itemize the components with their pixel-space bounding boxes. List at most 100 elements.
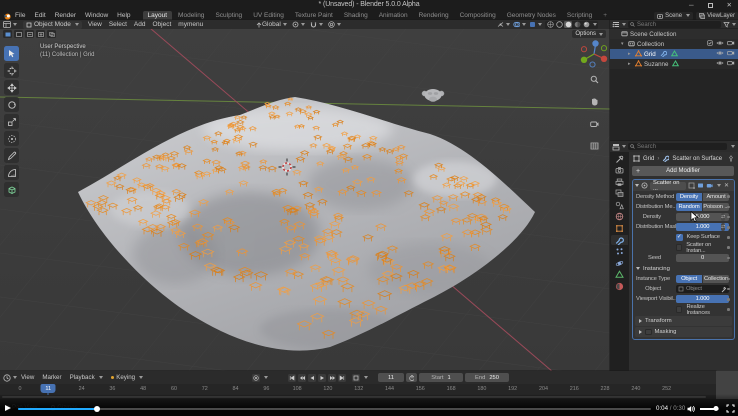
camera-toggle-icon[interactable]: [727, 40, 735, 48]
properties-tab-output[interactable]: [611, 177, 628, 187]
collapsed-panel-transform[interactable]: Transform: [635, 316, 732, 326]
animate-dot[interactable]: [727, 206, 730, 209]
preview-range-button[interactable]: [406, 373, 417, 382]
animate-dot[interactable]: [727, 278, 730, 281]
shading-solid-alt[interactable]: [555, 21, 563, 28]
menu-render[interactable]: Render: [55, 12, 76, 19]
outliner-filter-button[interactable]: [723, 21, 736, 28]
tool-select-box[interactable]: [4, 46, 19, 61]
player-progress-handle[interactable]: [94, 406, 100, 412]
checkbox-unchecked[interactable]: [676, 244, 682, 251]
timeline-menu-playback[interactable]: Playback: [70, 374, 103, 381]
play-button[interactable]: [318, 374, 326, 382]
timeline-menu-view[interactable]: View: [21, 374, 34, 381]
segment-object[interactable]: Object: [676, 275, 702, 283]
tool-annotate[interactable]: [4, 148, 19, 163]
tool-rotate[interactable]: [4, 97, 19, 112]
pin-icon[interactable]: [728, 155, 734, 162]
jump-to-start-button[interactable]: [288, 374, 296, 382]
modifier-name-field[interactable]: Scatter on ...: [650, 182, 686, 190]
eye-toggle-icon[interactable]: [716, 40, 724, 48]
autokey-button[interactable]: [252, 374, 260, 382]
disclosure-chevron-icon[interactable]: ▾: [621, 41, 626, 47]
segment-density[interactable]: Density: [676, 193, 702, 201]
overlays-toggle[interactable]: [513, 21, 526, 28]
exclude-toggle-icon[interactable]: [707, 40, 713, 48]
workspace-tab-sculpting[interactable]: Sculpting: [210, 11, 247, 20]
animate-dot[interactable]: [727, 246, 730, 249]
outliner-search-input[interactable]: Search: [628, 21, 721, 28]
render-display-icon[interactable]: [706, 182, 713, 189]
viewlayer-selector[interactable]: ViewLayer: [696, 12, 738, 20]
gizmos-toggle[interactable]: [497, 21, 510, 28]
volume-icon[interactable]: [687, 405, 696, 413]
workspace-tab-texture-paint[interactable]: Texture Paint: [290, 11, 338, 20]
tool-cursor[interactable]: [4, 63, 19, 78]
menu-file[interactable]: File: [15, 12, 25, 19]
workspace-tab-+[interactable]: +: [598, 11, 612, 20]
properties-tab-world[interactable]: [611, 212, 628, 222]
frame-end-field[interactable]: End250: [465, 373, 509, 382]
workspace-tab-animation[interactable]: Animation: [374, 11, 413, 20]
properties-tab-data[interactable]: [611, 270, 628, 280]
menu-edit[interactable]: Edit: [34, 12, 45, 19]
modifier-extras-dropdown[interactable]: [717, 184, 721, 187]
disclosure-chevron-icon[interactable]: ▸: [628, 51, 633, 57]
outliner-editor-type-button[interactable]: [612, 21, 626, 28]
frame-start-field[interactable]: Start1: [419, 373, 463, 382]
timeline-menu-keying[interactable]: Keying: [111, 374, 143, 381]
animate-dot[interactable]: [727, 195, 730, 198]
camera-view-button[interactable]: [590, 115, 599, 133]
viewport-menu-object[interactable]: Object: [153, 21, 172, 28]
tool-move[interactable]: [4, 80, 19, 95]
xray-toggle[interactable]: [529, 21, 542, 28]
properties-tab-view-layer[interactable]: [611, 189, 628, 199]
playhead[interactable]: 11: [41, 384, 56, 393]
fullscreen-icon[interactable]: [726, 404, 735, 413]
animate-dot[interactable]: [727, 216, 730, 219]
shading-wireframe[interactable]: [546, 21, 554, 28]
jump-to-end-button[interactable]: [338, 374, 346, 382]
menu-help[interactable]: Help: [117, 12, 130, 19]
segment-amount[interactable]: Amount: [703, 193, 729, 201]
add-modifier-button[interactable]: + Add Modifier: [632, 166, 734, 176]
properties-filter-dropdown[interactable]: [731, 145, 735, 148]
properties-tab-object[interactable]: [611, 224, 628, 234]
attribute-toggle-icon[interactable]: ⇄: [721, 213, 725, 221]
breadcrumb-modifier[interactable]: Scatter on Surface: [672, 156, 722, 162]
properties-tab-particles[interactable]: [611, 247, 628, 257]
breadcrumb-object[interactable]: Grid: [643, 156, 654, 162]
animate-dot[interactable]: [727, 257, 730, 260]
outliner-row-collection[interactable]: ▾Collection: [610, 39, 738, 49]
shading-rendered[interactable]: [582, 21, 590, 28]
viewport-menu-view[interactable]: View: [88, 21, 102, 28]
loop-toggle-button[interactable]: [352, 374, 360, 382]
tool-scale[interactable]: [4, 114, 19, 129]
outliner-row-grid[interactable]: ▸Grid: [610, 49, 738, 59]
properties-tab-physics[interactable]: [611, 258, 628, 268]
properties-tab-tool[interactable]: [611, 154, 628, 164]
attribute-toggle-icon[interactable]: ⇄: [721, 223, 725, 231]
select-mode-set-button[interactable]: [3, 30, 12, 38]
modifier-close-button[interactable]: ✕: [724, 182, 729, 189]
slider-field[interactable]: 1.000: [676, 295, 729, 303]
minimize-button[interactable]: ─: [689, 0, 694, 11]
collapsed-panel-masking[interactable]: Masking: [635, 327, 732, 337]
editor-type-button[interactable]: [3, 21, 17, 28]
properties-tab-scene[interactable]: [611, 200, 628, 210]
animate-dot[interactable]: [727, 308, 730, 311]
prev-keyframe-button[interactable]: [298, 374, 306, 382]
animate-dot[interactable]: [727, 226, 730, 229]
camera-toggle-icon[interactable]: [727, 60, 735, 68]
snap-toggle-button[interactable]: [310, 21, 323, 28]
viewport-3d[interactable]: Options User Perspective (11) Collection…: [0, 29, 610, 372]
menu-window[interactable]: Window: [85, 12, 108, 19]
animate-dot[interactable]: [727, 236, 730, 239]
camera-toggle-icon[interactable]: [727, 50, 735, 58]
viewport-menu-mymenu[interactable]: mymenu: [178, 21, 203, 28]
select-mode-extend-button[interactable]: [14, 30, 23, 38]
eye-toggle-icon[interactable]: [716, 50, 724, 58]
zoom-button[interactable]: [590, 71, 599, 89]
pan-hand-button[interactable]: [590, 93, 599, 111]
properties-search-input[interactable]: Search: [628, 143, 727, 150]
